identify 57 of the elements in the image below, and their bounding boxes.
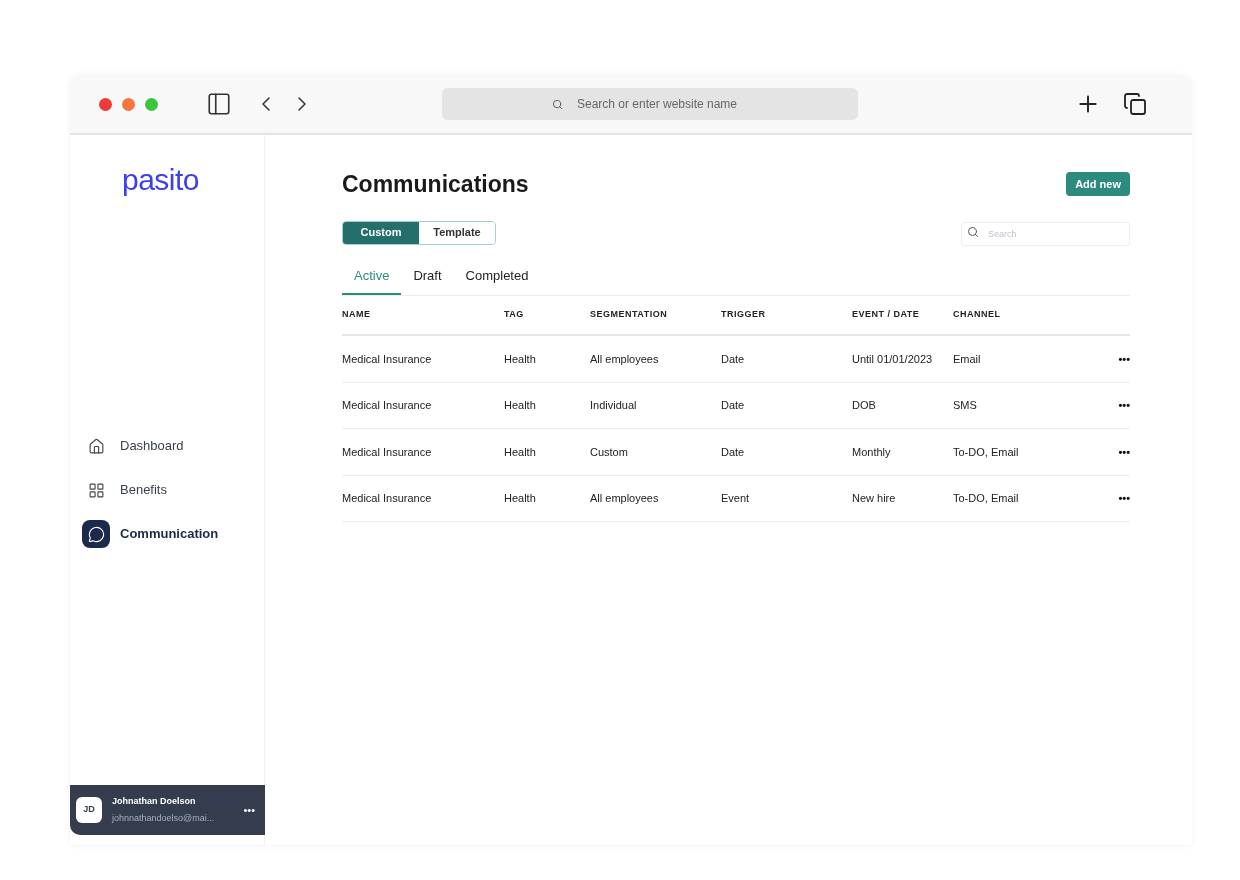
row-menu-button[interactable]: ••• xyxy=(1100,350,1130,367)
table-cell-text: Individual xyxy=(590,398,638,413)
column-header: NAME xyxy=(342,308,372,322)
status-tab[interactable]: Draft xyxy=(401,265,454,295)
table-cell-text: Medical Insurance xyxy=(342,398,433,413)
sidebar-item[interactable]: Communication xyxy=(82,520,264,548)
page-title: Communications xyxy=(342,170,529,199)
tabs-overview-icon[interactable] xyxy=(1123,92,1147,116)
table-cell-text: Health xyxy=(504,444,537,460)
table-cell-text: SMS xyxy=(953,398,978,413)
segment-tab[interactable]: Custom xyxy=(343,221,419,244)
column-header: EVENT / DATE xyxy=(852,308,921,322)
table-cell-text: Custom xyxy=(590,444,629,460)
table-cell-text: Medical Insurance xyxy=(342,444,433,460)
column-header: TAG xyxy=(504,308,525,322)
table-cell-text: Health xyxy=(504,491,537,506)
column-header: SEGMENTATION xyxy=(590,308,669,322)
chat-icon xyxy=(87,525,105,543)
grid-icon xyxy=(87,481,105,499)
table-cell-text: All employees xyxy=(590,351,660,367)
table-cell-text: Medical Insurance xyxy=(342,351,433,367)
table-cell-text: Health xyxy=(504,351,537,367)
address-bar[interactable]: Search or enter website name xyxy=(442,88,858,120)
table-cell-text: New hire xyxy=(852,491,897,506)
column-header: TRIGGER xyxy=(721,308,767,322)
search-icon xyxy=(967,225,979,238)
table-cell-text: Until 01/01/2023 xyxy=(852,351,934,367)
table-cell-text: Date xyxy=(721,444,746,460)
table-cell-text: Monthly xyxy=(852,444,892,460)
more-button[interactable]: ••• xyxy=(243,801,255,819)
table-cell-text: To-DO, Email xyxy=(953,444,1020,460)
status-tab[interactable]: Completed xyxy=(453,265,541,295)
user-card[interactable]: JD Johnathan Doelson johnnathandoelso@mai... ••• xyxy=(70,785,265,835)
add-new-button[interactable]: Add new xyxy=(1066,172,1130,197)
row-menu-button[interactable]: ••• xyxy=(1100,443,1130,460)
table-cell-text: To-DO, Email xyxy=(953,491,1020,506)
table-cell-text: Date xyxy=(721,351,746,367)
table-cell-text: DOB xyxy=(852,398,877,413)
row-menu-button[interactable]: ••• xyxy=(1100,490,1130,507)
user-name: Johnathan Doelson xyxy=(112,795,197,808)
column-header: CHANNEL xyxy=(953,308,1002,322)
table-cell-text: Date xyxy=(721,398,746,413)
status-tab[interactable]: Active xyxy=(342,265,402,295)
search-icon xyxy=(552,98,563,110)
sidebar-toggle-icon[interactable] xyxy=(206,91,232,117)
table-cell-text: Health xyxy=(504,398,537,413)
table-cell-text: Medical Insurance xyxy=(342,491,433,506)
user-email: johnnathandoelso@mai... xyxy=(112,811,215,825)
logo: pasito xyxy=(122,162,201,198)
table-cell-text: Email xyxy=(953,351,982,367)
home-icon xyxy=(87,437,105,455)
table-cell-text: Event xyxy=(721,491,751,506)
sidebar-item[interactable]: Dashboard xyxy=(82,432,264,460)
table-cell-text: All employees xyxy=(590,491,660,506)
avatar: JD xyxy=(76,797,102,823)
sidebar-item[interactable]: Benefits xyxy=(82,476,264,504)
row-menu-button[interactable]: ••• xyxy=(1100,397,1130,414)
